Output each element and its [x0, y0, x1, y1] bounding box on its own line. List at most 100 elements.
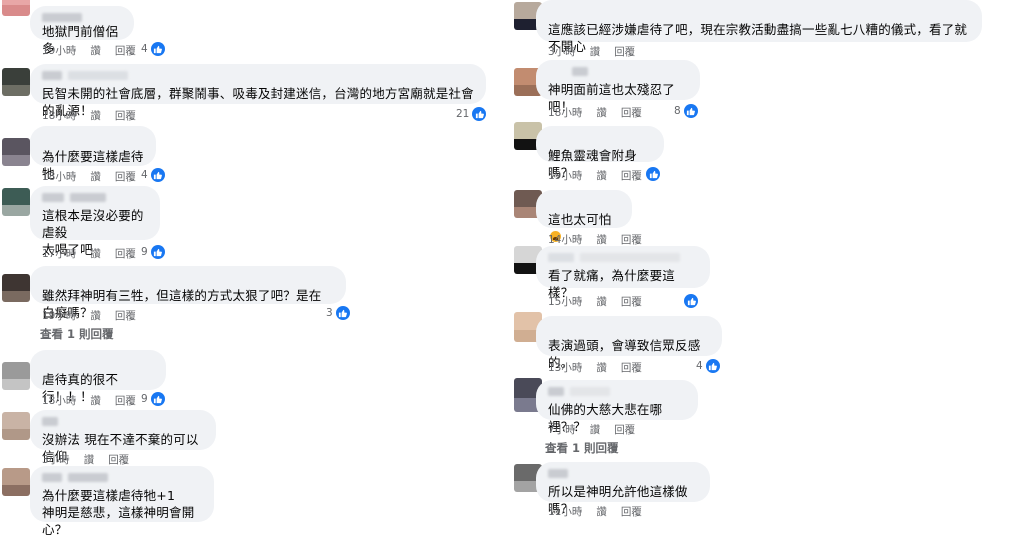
avatar[interactable] [2, 0, 30, 16]
thumbs-up-icon [683, 104, 698, 118]
like-button[interactable]: 讚 [90, 108, 101, 123]
reply-button[interactable]: 回覆 [115, 43, 136, 58]
blurred-name [42, 417, 204, 426]
avatar[interactable] [2, 188, 30, 216]
timestamp[interactable]: 19小時 [548, 168, 582, 183]
reply-button[interactable]: 回覆 [621, 294, 642, 309]
reaction-count[interactable]: 3 [326, 306, 350, 320]
comment-bubble: 看了就痛，為什麼要這樣？ [536, 246, 710, 300]
timestamp[interactable]: 19小時 [42, 43, 76, 58]
view-replies-link[interactable]: 查看 1 則回覆 [40, 326, 114, 342]
timestamp[interactable]: 14小時 [548, 232, 582, 247]
like-button[interactable]: 讚 [590, 422, 601, 437]
blurred-name [42, 13, 122, 22]
comment-bubble: 鯉魚靈魂會附身嗎？ [536, 126, 664, 180]
thumbs-up-icon [150, 245, 165, 259]
like-button[interactable]: 讚 [90, 246, 101, 261]
reply-button[interactable]: 回覆 [108, 452, 129, 467]
like-button[interactable]: 讚 [596, 168, 607, 183]
like-button[interactable]: 讚 [596, 504, 607, 519]
reply-button[interactable]: 回覆 [115, 169, 136, 184]
timestamp[interactable]: 3小時 [42, 452, 70, 467]
blurred-name [42, 71, 474, 80]
timestamp[interactable]: 18小時 [42, 393, 76, 408]
like-button[interactable]: 讚 [590, 44, 601, 59]
comment-bubble: 這也太可怕 [536, 190, 632, 242]
comment-text: 為什麼要這樣虐待牠+1 神明是慈悲，這樣神明會開心？ [42, 488, 195, 537]
reaction-count[interactable]: 4 [141, 168, 165, 182]
comment-bubble: 仙佛的大慈大悲在哪裡？？ [536, 380, 698, 434]
reaction-count[interactable] [646, 167, 660, 181]
timestamp[interactable]: 7小時 [548, 422, 576, 437]
thumbs-up-icon [646, 167, 660, 181]
timestamp[interactable]: 19小時 [42, 308, 76, 323]
comment-bubble: 為什麼要這樣虐待牠+1 神明是慈悲，這樣神明會開心？ [30, 466, 214, 537]
timestamp[interactable]: 11小時 [548, 504, 582, 519]
comment-bubble: 沒辦法 現在不達不棄的可以信仰 [30, 410, 216, 464]
like-button[interactable]: 讚 [596, 105, 607, 120]
reaction-count[interactable]: 9 [141, 392, 165, 406]
reaction-count[interactable]: 8 [674, 104, 698, 118]
comment-actions: 14小時 讚 回覆 [548, 232, 642, 247]
like-button[interactable]: 讚 [84, 452, 95, 467]
blurred-name [548, 469, 698, 478]
reply-button[interactable]: 回覆 [621, 232, 642, 247]
avatar[interactable] [2, 412, 30, 440]
reply-button[interactable]: 回覆 [621, 504, 642, 519]
timestamp[interactable]: 15小時 [548, 294, 582, 309]
blurred-name [548, 7, 970, 16]
reply-button[interactable]: 回覆 [614, 44, 635, 59]
timestamp[interactable]: 18小時 [548, 105, 582, 120]
avatar[interactable] [2, 468, 30, 496]
timestamp[interactable]: 13小時 [548, 360, 582, 375]
like-button[interactable]: 讚 [596, 232, 607, 247]
comment-bubble: 這應該已經涉嫌虐待了吧，現在宗教活動盡搞一些亂七八糟的儀式，看了就不開心 [536, 0, 982, 54]
like-button[interactable]: 讚 [90, 393, 101, 408]
comment-actions: 3小時 讚 回覆 [42, 452, 129, 467]
comment-bubble: 民智未開的社會底層，群聚鬧事、吸毒及封建迷信，台灣的地方宮廟就是社會的亂源！ [30, 64, 486, 118]
reply-button[interactable]: 回覆 [115, 393, 136, 408]
avatar[interactable] [2, 274, 30, 302]
reaction-count[interactable]: 9 [141, 245, 165, 259]
thumbs-up-icon [150, 392, 165, 406]
reply-button[interactable]: 回覆 [115, 246, 136, 261]
avatar[interactable] [2, 362, 30, 390]
timestamp[interactable]: 3小時 [548, 44, 576, 59]
avatar[interactable] [2, 138, 30, 166]
reply-button[interactable]: 回覆 [621, 168, 642, 183]
reaction-count[interactable]: 4 [141, 42, 165, 56]
comment-bubble: 虐待真的很不行！！！ [30, 350, 166, 404]
view-replies-link[interactable]: 查看 1 則回覆 [545, 440, 619, 456]
reply-button[interactable]: 回覆 [614, 422, 635, 437]
reaction-count[interactable]: 21 [456, 107, 487, 121]
right-comment-column: 這應該已經涉嫌虐待了吧，現在宗教活動盡搞一些亂七八糟的儀式，看了就不開心 3小時… [512, 0, 1024, 519]
timestamp[interactable]: 17小時 [42, 246, 76, 261]
reaction-count[interactable]: 4 [696, 359, 720, 373]
timestamp[interactable]: 18小時 [42, 108, 76, 123]
thumbs-up-icon [705, 359, 720, 373]
thumbs-up-icon [150, 42, 165, 56]
like-button[interactable]: 讚 [90, 43, 101, 58]
blurred-name [42, 357, 154, 366]
reaction-count[interactable] [684, 294, 698, 308]
avatar[interactable] [2, 68, 30, 96]
blurred-name [42, 473, 202, 482]
like-button[interactable]: 讚 [90, 308, 101, 323]
timestamp[interactable]: 18小時 [42, 169, 76, 184]
blurred-name [42, 133, 144, 142]
like-button[interactable]: 讚 [596, 360, 607, 375]
thumbs-up-icon [150, 168, 165, 182]
blurred-name [42, 273, 334, 282]
reply-button[interactable]: 回覆 [621, 360, 642, 375]
like-button[interactable]: 讚 [596, 294, 607, 309]
comment-actions: 17小時 讚 回覆 [42, 246, 136, 261]
comment-bubble: 雖然拜神明有三牲，但這樣的方式太狠了吧？是在白癡嗎？ [30, 266, 346, 320]
comment-actions: 15小時 讚 回覆 [548, 294, 642, 309]
comment-actions: 19小時 讚 回覆 [548, 168, 642, 183]
reply-button[interactable]: 回覆 [115, 108, 136, 123]
comment-bubble: 表演過頭，會導致信眾反感的。 [536, 316, 722, 370]
comment-bubble: 地獄門前僧侶多 [30, 6, 134, 56]
reply-button[interactable]: 回覆 [621, 105, 642, 120]
like-button[interactable]: 讚 [90, 169, 101, 184]
reply-button[interactable]: 回覆 [115, 308, 136, 323]
